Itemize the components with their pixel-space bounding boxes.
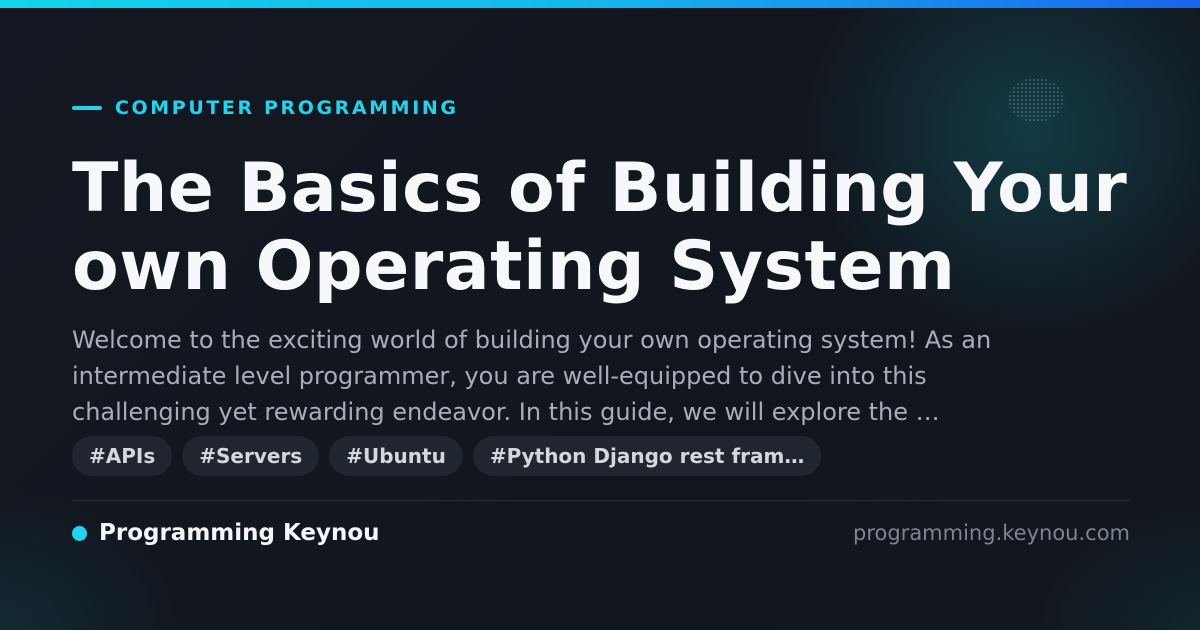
tag-list: #APIs #Servers #Ubuntu #Python Django re…	[72, 436, 822, 476]
brand: Programming Keynou	[72, 518, 380, 548]
category-label-row: COMPUTER PROGRAMMING	[72, 96, 459, 120]
tag-servers[interactable]: #Servers	[182, 436, 320, 476]
card-content: COMPUTER PROGRAMMING The Basics of Build…	[72, 0, 1130, 630]
dot-icon	[72, 525, 87, 541]
tag-ubuntu[interactable]: #Ubuntu	[329, 436, 463, 476]
article-summary: Welcome to the exciting world of buildin…	[72, 326, 992, 426]
brand-name: Programming Keynou	[99, 520, 380, 546]
site-domain: programming.keynou.com	[853, 521, 1130, 545]
category-label: COMPUTER PROGRAMMING	[115, 97, 459, 119]
article-title: The Basics of Building Your own Operatin…	[72, 149, 1128, 306]
divider	[72, 500, 1129, 501]
dash-icon	[72, 106, 102, 110]
tag-python-django[interactable]: #Python Django rest fram…	[472, 436, 822, 476]
tag-apis[interactable]: #APIs	[72, 436, 173, 476]
